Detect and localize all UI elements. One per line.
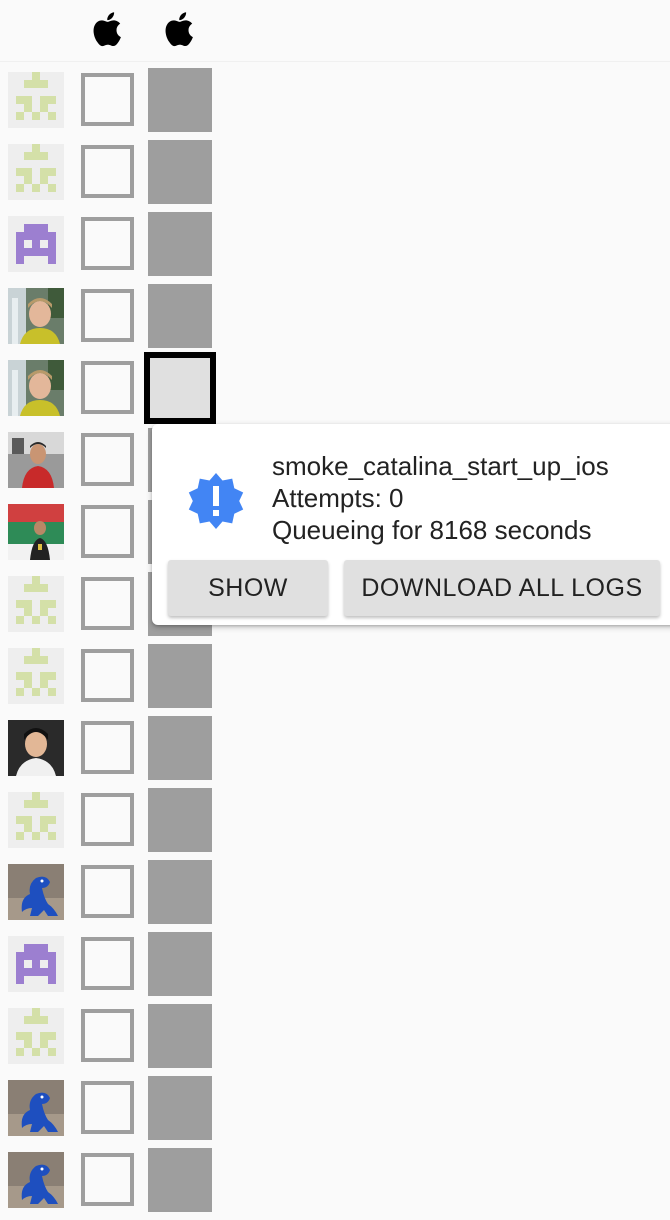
alert-badge-icon: [186, 471, 246, 531]
task-cell[interactable]: [148, 788, 212, 852]
avatar: [8, 1152, 64, 1208]
task-cell[interactable]: [148, 212, 212, 276]
task-name: smoke_catalina_start_up_ios: [272, 451, 609, 481]
commit-checkbox[interactable]: [81, 937, 134, 990]
commit-checkbox[interactable]: [81, 433, 134, 486]
avatar: [8, 1008, 64, 1064]
avatar: [8, 576, 64, 632]
avatar: [8, 216, 64, 272]
task-cell[interactable]: [148, 1148, 212, 1212]
commit-checkbox[interactable]: [81, 865, 134, 918]
apple-icon: [90, 10, 126, 48]
download-all-logs-button[interactable]: DOWNLOAD ALL LOGS: [344, 560, 660, 616]
commit-row: [0, 1076, 220, 1148]
task-cell[interactable]: [148, 932, 212, 996]
commit-row: [0, 932, 220, 1004]
avatar: [8, 720, 64, 776]
commit-checkbox[interactable]: [81, 217, 134, 270]
commit-row: [0, 860, 220, 932]
task-popup: smoke_catalina_start_up_ios Attempts: 0 …: [152, 424, 670, 625]
commit-row: [0, 68, 220, 140]
task-cell-selected[interactable]: [144, 352, 216, 424]
avatar: [8, 72, 64, 128]
show-button[interactable]: SHOW: [168, 560, 328, 616]
commit-checkbox[interactable]: [81, 649, 134, 702]
commit-row: [0, 644, 220, 716]
commit-checkbox[interactable]: [81, 721, 134, 774]
task-cell[interactable]: [148, 140, 212, 204]
avatar: [8, 432, 64, 488]
commit-row: [0, 788, 220, 860]
commit-checkbox[interactable]: [81, 361, 134, 414]
commit-checkbox[interactable]: [81, 793, 134, 846]
avatar: [8, 936, 64, 992]
task-cell[interactable]: [148, 284, 212, 348]
avatar: [8, 648, 64, 704]
commit-checkbox[interactable]: [81, 1081, 134, 1134]
task-cell[interactable]: [148, 68, 212, 132]
attempts-text: Attempts: 0: [272, 483, 404, 513]
task-cell[interactable]: [148, 860, 212, 924]
task-cell[interactable]: [148, 644, 212, 708]
avatar: [8, 504, 64, 560]
commit-checkbox[interactable]: [81, 577, 134, 630]
commit-checkbox[interactable]: [81, 145, 134, 198]
commit-row: [0, 716, 220, 788]
avatar: [8, 864, 64, 920]
header: [0, 0, 670, 62]
commit-row: [0, 352, 220, 428]
commit-checkbox[interactable]: [81, 1153, 134, 1206]
avatar: [8, 288, 64, 344]
avatar: [8, 1080, 64, 1136]
commit-row: [0, 284, 220, 356]
commit-row: [0, 1004, 220, 1076]
task-cell[interactable]: [148, 1004, 212, 1068]
avatar: [8, 792, 64, 848]
commit-row: [0, 1148, 220, 1220]
commit-checkbox[interactable]: [81, 289, 134, 342]
task-cell[interactable]: [148, 716, 212, 780]
commit-row: [0, 212, 220, 284]
commit-checkbox[interactable]: [81, 73, 134, 126]
avatar: [8, 360, 64, 416]
apple-icon: [162, 10, 198, 48]
avatar: [8, 144, 64, 200]
commit-checkbox[interactable]: [81, 1009, 134, 1062]
task-cell[interactable]: [148, 1076, 212, 1140]
queue-status-text: Queueing for 8168 seconds: [272, 515, 592, 545]
commit-row: [0, 140, 220, 212]
commit-checkbox[interactable]: [81, 505, 134, 558]
